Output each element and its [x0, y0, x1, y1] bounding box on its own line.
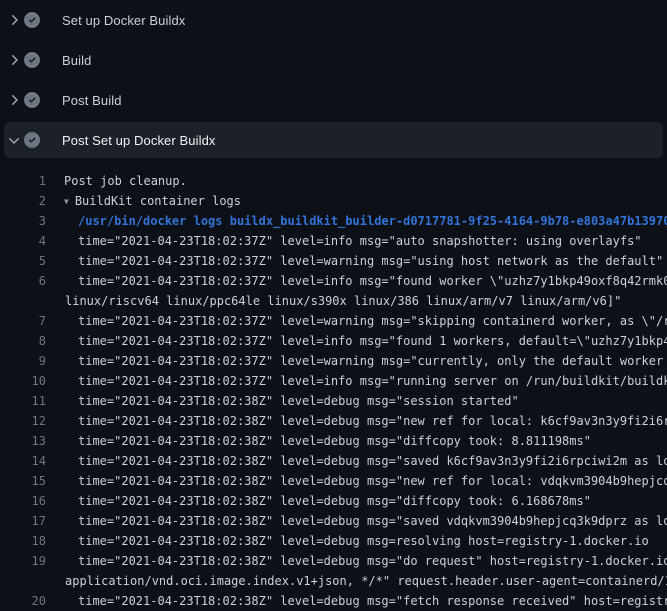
- log-row: application/vnd.oci.image.index.v1+json,…: [0, 571, 667, 591]
- log-text: time="2021-04-23T18:02:37Z" level=warnin…: [46, 251, 663, 271]
- line-number: [0, 571, 46, 591]
- log-row: 2 ▼ BuildKit container logs: [0, 191, 667, 211]
- line-number[interactable]: 16: [0, 491, 46, 511]
- chevron-right-icon: [6, 92, 22, 108]
- log-row: 16time="2021-04-23T18:02:38Z" level=debu…: [0, 491, 667, 511]
- log-row: 19time="2021-04-23T18:02:38Z" level=debu…: [0, 551, 667, 571]
- line-number[interactable]: 4: [0, 231, 46, 251]
- log-row: 11time="2021-04-23T18:02:38Z" level=debu…: [0, 391, 667, 411]
- line-number[interactable]: 12: [0, 411, 46, 431]
- log-row: 8time="2021-04-23T18:02:37Z" level=info …: [0, 331, 667, 351]
- log-text: application/vnd.oci.image.index.v1+json,…: [46, 571, 667, 591]
- log-row: linux/riscv64 linux/ppc64le linux/s390x …: [0, 291, 667, 311]
- log-row: 13time="2021-04-23T18:02:38Z" level=debu…: [0, 431, 667, 451]
- line-number[interactable]: 8: [0, 331, 46, 351]
- log-row: 4time="2021-04-23T18:02:37Z" level=info …: [0, 231, 667, 251]
- log-text: time="2021-04-23T18:02:37Z" level=info m…: [46, 231, 642, 251]
- step-label: Set up Docker Buildx: [62, 13, 185, 28]
- step-label: Post Build: [62, 93, 122, 108]
- line-number[interactable]: 13: [0, 431, 46, 451]
- line-number[interactable]: 2: [0, 191, 46, 211]
- step-post-setup-docker-buildx[interactable]: Post Set up Docker Buildx: [4, 122, 663, 158]
- log-row: 10time="2021-04-23T18:02:37Z" level=info…: [0, 371, 667, 391]
- line-number[interactable]: 9: [0, 351, 46, 371]
- log-text: time="2021-04-23T18:02:38Z" level=debug …: [46, 411, 667, 431]
- line-number[interactable]: 17: [0, 511, 46, 531]
- log-text: time="2021-04-23T18:02:38Z" level=debug …: [46, 551, 667, 571]
- log-command-text: /usr/bin/docker logs buildx_buildkit_bui…: [46, 211, 667, 231]
- line-number[interactable]: 15: [0, 471, 46, 491]
- chevron-right-icon: [6, 52, 22, 68]
- log-text: time="2021-04-23T18:02:37Z" level=info m…: [46, 271, 667, 291]
- step-build[interactable]: Build: [0, 40, 667, 80]
- log-area: 1Post job cleanup.2 ▼ BuildKit container l…: [0, 160, 667, 611]
- group-collapse-triangle-icon[interactable]: ▼: [64, 192, 69, 212]
- line-number[interactable]: 3: [0, 211, 46, 231]
- log-text: time="2021-04-23T18:02:38Z" level=debug …: [46, 491, 591, 511]
- log-text: time="2021-04-23T18:02:38Z" level=debug …: [46, 591, 667, 611]
- log-group-label[interactable]: BuildKit container logs: [75, 194, 241, 208]
- log-text: time="2021-04-23T18:02:37Z" level=warnin…: [46, 311, 667, 331]
- line-number: [0, 291, 46, 311]
- check-circle-icon: [24, 12, 40, 28]
- check-circle-icon: [24, 132, 40, 148]
- log-text: time="2021-04-23T18:02:38Z" level=debug …: [46, 471, 667, 491]
- log-text: time="2021-04-23T18:02:37Z" level=info m…: [46, 331, 667, 351]
- line-number[interactable]: 10: [0, 371, 46, 391]
- step-setup-docker-buildx[interactable]: Set up Docker Buildx: [0, 0, 667, 40]
- chevron-right-icon: [6, 12, 22, 28]
- log-group-row[interactable]: ▼ BuildKit container logs: [46, 191, 241, 211]
- log-row: 3/usr/bin/docker logs buildx_buildkit_bu…: [0, 211, 667, 231]
- step-label: Post Set up Docker Buildx: [62, 133, 216, 148]
- log-text: linux/riscv64 linux/ppc64le linux/s390x …: [46, 291, 621, 311]
- log-text: time="2021-04-23T18:02:38Z" level=debug …: [46, 431, 591, 451]
- log-row: 15time="2021-04-23T18:02:38Z" level=debu…: [0, 471, 667, 491]
- line-number[interactable]: 6: [0, 271, 46, 291]
- log-row: 12time="2021-04-23T18:02:38Z" level=debu…: [0, 411, 667, 431]
- log-row: 7time="2021-04-23T18:02:37Z" level=warni…: [0, 311, 667, 331]
- steps-list: Set up Docker Buildx Build Post Build Po…: [0, 0, 667, 158]
- log-text: time="2021-04-23T18:02:38Z" level=debug …: [46, 451, 667, 471]
- check-circle-icon: [24, 52, 40, 68]
- line-number[interactable]: 11: [0, 391, 46, 411]
- log-text: time="2021-04-23T18:02:38Z" level=debug …: [46, 391, 519, 411]
- chevron-down-icon: [6, 132, 22, 148]
- log-row: 17time="2021-04-23T18:02:38Z" level=debu…: [0, 511, 667, 531]
- log-row: 6time="2021-04-23T18:02:37Z" level=info …: [0, 271, 667, 291]
- log-text: Post job cleanup.: [46, 171, 187, 191]
- log-row: 9time="2021-04-23T18:02:37Z" level=warni…: [0, 351, 667, 371]
- line-number[interactable]: 14: [0, 451, 46, 471]
- log-row: 20time="2021-04-23T18:02:38Z" level=debu…: [0, 591, 667, 611]
- step-label: Build: [62, 53, 91, 68]
- step-post-build[interactable]: Post Build: [0, 80, 667, 120]
- line-number[interactable]: 7: [0, 311, 46, 331]
- log-row: 14time="2021-04-23T18:02:38Z" level=debu…: [0, 451, 667, 471]
- line-number[interactable]: 5: [0, 251, 46, 271]
- log-text: time="2021-04-23T18:02:37Z" level=info m…: [46, 371, 667, 391]
- line-number[interactable]: 1: [0, 171, 46, 191]
- log-text: time="2021-04-23T18:02:38Z" level=debug …: [46, 531, 649, 551]
- log-row: 18time="2021-04-23T18:02:38Z" level=debu…: [0, 531, 667, 551]
- log-text: time="2021-04-23T18:02:37Z" level=warnin…: [46, 351, 667, 371]
- log-row: 5time="2021-04-23T18:02:37Z" level=warni…: [0, 251, 667, 271]
- check-circle-icon: [24, 92, 40, 108]
- line-number[interactable]: 19: [0, 551, 46, 571]
- line-number[interactable]: 20: [0, 591, 46, 611]
- log-row: 1Post job cleanup.: [0, 171, 667, 191]
- log-text: time="2021-04-23T18:02:38Z" level=debug …: [46, 511, 667, 531]
- line-number[interactable]: 18: [0, 531, 46, 551]
